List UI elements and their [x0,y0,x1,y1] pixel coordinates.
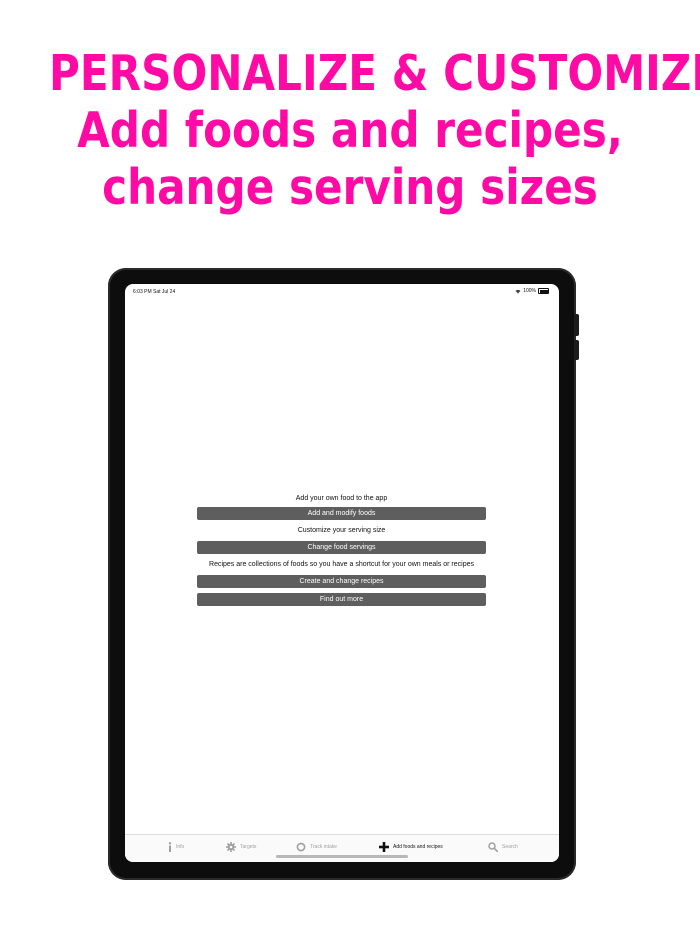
status-right: 100% [515,288,549,294]
add-and-modify-foods-button[interactable]: Add and modify foods [197,507,486,520]
volume-down-button [574,340,579,360]
tab-add-foods-label: Add foods and recipes [393,844,443,850]
status-time: 6:03 PM Sat Jul 24 [133,289,176,295]
recipes-caption: Recipes are collections of foods so you … [209,561,474,568]
ipad-screen: 6:03 PM Sat Jul 24 100% Add your own foo… [125,284,559,862]
tab-add-foods-and-recipes[interactable]: Add foods and recipes [379,841,443,853]
gear-icon [226,842,236,852]
headline-line-1: PERSONALIZE & CUSTOMIZE [49,45,700,102]
tab-info-label: Info [176,844,185,850]
battery-icon [538,288,549,294]
find-out-more-button[interactable]: Find out more [197,593,486,606]
serving-caption: Customize your serving size [297,527,386,534]
circle-icon [296,842,306,852]
headline: PERSONALIZE & CUSTOMIZE Add foods and re… [49,45,700,216]
info-icon [168,842,172,852]
plus-icon [379,842,389,852]
status-bar: 6:03 PM Sat Jul 24 100% [125,284,559,300]
tab-track-intake-label: Track intake [310,844,338,850]
add-food-caption: Add your own food to the app [295,495,388,502]
tab-search-label: Search [502,844,518,850]
search-icon [488,842,498,852]
tab-targets-label: Targets [240,844,257,850]
tab-targets[interactable]: Targets [226,841,256,853]
battery-percent: 100% [523,288,536,294]
headline-line-2: Add foods and recipes, [77,102,623,159]
tab-info[interactable]: Info [168,841,184,853]
volume-up-button [574,314,579,336]
home-indicator [276,855,408,858]
wifi-icon [515,289,521,293]
main-content: Add your own food to the app Add and mod… [197,492,486,606]
tab-search[interactable]: Search [488,841,518,853]
create-and-change-recipes-button[interactable]: Create and change recipes [197,575,486,588]
tab-track-intake[interactable]: Track intake [296,841,337,853]
headline-line-3: change serving sizes [102,159,598,216]
change-food-servings-button[interactable]: Change food servings [197,541,486,554]
